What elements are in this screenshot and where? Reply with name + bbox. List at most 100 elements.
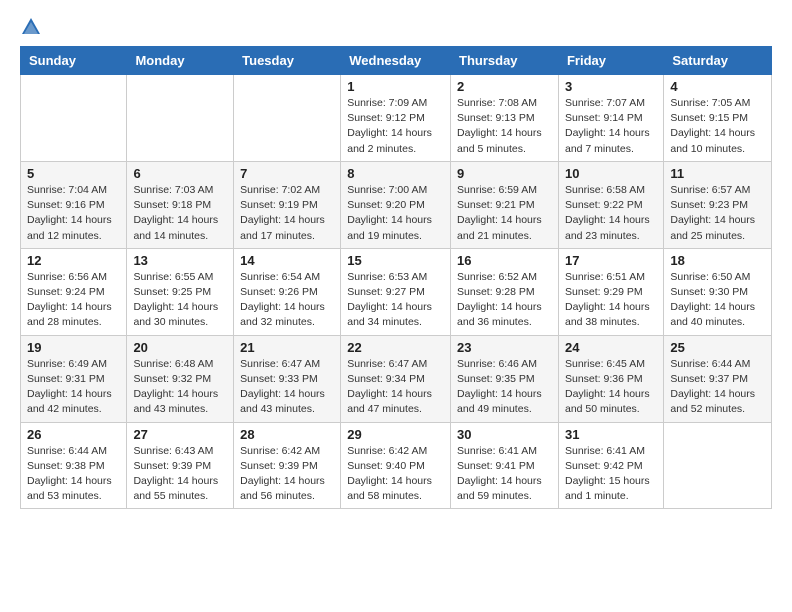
day-number: 22 bbox=[347, 340, 444, 355]
calendar-week-row: 5 Sunrise: 7:04 AMSunset: 9:16 PMDaylight… bbox=[21, 161, 772, 248]
calendar-cell: 23 Sunrise: 6:46 AMSunset: 9:35 PMDayligh… bbox=[451, 335, 559, 422]
day-number: 31 bbox=[565, 427, 657, 442]
day-of-week-header: Friday bbox=[558, 47, 663, 75]
calendar-cell: 5 Sunrise: 7:04 AMSunset: 9:16 PMDaylight… bbox=[21, 161, 127, 248]
day-of-week-header: Tuesday bbox=[234, 47, 341, 75]
day-number: 12 bbox=[27, 253, 120, 268]
day-info: Sunrise: 6:44 AMSunset: 9:38 PMDaylight:… bbox=[27, 444, 120, 505]
calendar-cell: 11Sunrise: 6:57 AMSunset: 9:23 PMDayligh… bbox=[664, 161, 772, 248]
logo bbox=[20, 16, 46, 38]
logo-icon bbox=[20, 16, 42, 38]
day-number: 15 bbox=[347, 253, 444, 268]
calendar-cell: 13Sunrise: 6:55 AMSunset: 9:25 PMDayligh… bbox=[127, 248, 234, 335]
day-info: Sunrise: 7:07 AMSunset: 9:14 PMDaylight:… bbox=[565, 96, 657, 157]
calendar-cell: 6Sunrise: 7:03 AMSunset: 9:18 PMDaylight… bbox=[127, 161, 234, 248]
day-info: Sunrise: 6:57 AMSunset: 9:23 PMDaylight:… bbox=[670, 183, 765, 244]
day-info: Sunrise: 6:53 AMSunset: 9:27 PMDaylight:… bbox=[347, 270, 444, 331]
day-info: Sunrise: 6:42 AMSunset: 9:40 PMDaylight:… bbox=[347, 444, 444, 505]
calendar-cell: 9 Sunrise: 6:59 AMSunset: 9:21 PMDaylight… bbox=[451, 161, 559, 248]
day-info: Sunrise: 7:02 AMSunset: 9:19 PMDaylight:… bbox=[240, 183, 334, 244]
day-info: Sunrise: 6:43 AMSunset: 9:39 PMDaylight:… bbox=[133, 444, 227, 505]
day-of-week-header: Monday bbox=[127, 47, 234, 75]
calendar-cell: 14 Sunrise: 6:54 AMSunset: 9:26 PMDayligh… bbox=[234, 248, 341, 335]
day-number: 21 bbox=[240, 340, 334, 355]
page-header bbox=[20, 16, 772, 38]
day-info: Sunrise: 6:59 AMSunset: 9:21 PMDaylight:… bbox=[457, 183, 552, 244]
calendar-cell bbox=[664, 422, 772, 509]
calendar-header-row: SundayMondayTuesdayWednesdayThursdayFrid… bbox=[21, 47, 772, 75]
day-info: Sunrise: 6:41 AMSunset: 9:42 PMDaylight:… bbox=[565, 444, 657, 505]
day-info: Sunrise: 6:46 AMSunset: 9:35 PMDaylight:… bbox=[457, 357, 552, 418]
day-info: Sunrise: 6:47 AMSunset: 9:33 PMDaylight:… bbox=[240, 357, 334, 418]
calendar-table: SundayMondayTuesdayWednesdayThursdayFrid… bbox=[20, 46, 772, 509]
calendar-cell: 17Sunrise: 6:51 AMSunset: 9:29 PMDayligh… bbox=[558, 248, 663, 335]
calendar-week-row: 1 Sunrise: 7:09 AMSunset: 9:12 PMDaylight… bbox=[21, 75, 772, 162]
day-number: 30 bbox=[457, 427, 552, 442]
calendar-cell: 4Sunrise: 7:05 AMSunset: 9:15 PMDaylight… bbox=[664, 75, 772, 162]
calendar-cell: 26 Sunrise: 6:44 AMSunset: 9:38 PMDayligh… bbox=[21, 422, 127, 509]
calendar-cell: 2 Sunrise: 7:08 AMSunset: 9:13 PMDaylight… bbox=[451, 75, 559, 162]
day-info: Sunrise: 7:05 AMSunset: 9:15 PMDaylight:… bbox=[670, 96, 765, 157]
calendar-cell bbox=[234, 75, 341, 162]
day-info: Sunrise: 6:52 AMSunset: 9:28 PMDaylight:… bbox=[457, 270, 552, 331]
day-number: 18 bbox=[670, 253, 765, 268]
calendar-cell: 10 Sunrise: 6:58 AMSunset: 9:22 PMDayligh… bbox=[558, 161, 663, 248]
calendar-cell: 29 Sunrise: 6:42 AMSunset: 9:40 PMDayligh… bbox=[341, 422, 451, 509]
calendar-cell: 16 Sunrise: 6:52 AMSunset: 9:28 PMDayligh… bbox=[451, 248, 559, 335]
day-of-week-header: Saturday bbox=[664, 47, 772, 75]
day-of-week-header: Sunday bbox=[21, 47, 127, 75]
day-number: 17 bbox=[565, 253, 657, 268]
calendar-cell: 21 Sunrise: 6:47 AMSunset: 9:33 PMDayligh… bbox=[234, 335, 341, 422]
day-number: 10 bbox=[565, 166, 657, 181]
calendar-week-row: 19 Sunrise: 6:49 AMSunset: 9:31 PMDayligh… bbox=[21, 335, 772, 422]
day-info: Sunrise: 6:55 AMSunset: 9:25 PMDaylight:… bbox=[133, 270, 227, 331]
calendar-week-row: 26 Sunrise: 6:44 AMSunset: 9:38 PMDayligh… bbox=[21, 422, 772, 509]
day-info: Sunrise: 7:03 AMSunset: 9:18 PMDaylight:… bbox=[133, 183, 227, 244]
calendar-cell: 25Sunrise: 6:44 AMSunset: 9:37 PMDayligh… bbox=[664, 335, 772, 422]
day-number: 26 bbox=[27, 427, 120, 442]
calendar-cell: 1 Sunrise: 7:09 AMSunset: 9:12 PMDaylight… bbox=[341, 75, 451, 162]
calendar-cell: 27 Sunrise: 6:43 AMSunset: 9:39 PMDayligh… bbox=[127, 422, 234, 509]
day-info: Sunrise: 6:50 AMSunset: 9:30 PMDaylight:… bbox=[670, 270, 765, 331]
day-info: Sunrise: 6:54 AMSunset: 9:26 PMDaylight:… bbox=[240, 270, 334, 331]
day-info: Sunrise: 7:09 AMSunset: 9:12 PMDaylight:… bbox=[347, 96, 444, 157]
day-number: 27 bbox=[133, 427, 227, 442]
day-number: 19 bbox=[27, 340, 120, 355]
day-number: 24 bbox=[565, 340, 657, 355]
day-number: 29 bbox=[347, 427, 444, 442]
day-of-week-header: Thursday bbox=[451, 47, 559, 75]
day-info: Sunrise: 7:04 AMSunset: 9:16 PMDaylight:… bbox=[27, 183, 120, 244]
day-info: Sunrise: 6:44 AMSunset: 9:37 PMDaylight:… bbox=[670, 357, 765, 418]
day-info: Sunrise: 6:48 AMSunset: 9:32 PMDaylight:… bbox=[133, 357, 227, 418]
calendar-cell: 12 Sunrise: 6:56 AMSunset: 9:24 PMDayligh… bbox=[21, 248, 127, 335]
day-number: 3 bbox=[565, 79, 657, 94]
day-number: 23 bbox=[457, 340, 552, 355]
calendar-cell: 30Sunrise: 6:41 AMSunset: 9:41 PMDayligh… bbox=[451, 422, 559, 509]
day-number: 16 bbox=[457, 253, 552, 268]
calendar-cell bbox=[21, 75, 127, 162]
day-info: Sunrise: 7:08 AMSunset: 9:13 PMDaylight:… bbox=[457, 96, 552, 157]
day-number: 28 bbox=[240, 427, 334, 442]
calendar-cell: 8Sunrise: 7:00 AMSunset: 9:20 PMDaylight… bbox=[341, 161, 451, 248]
calendar-cell: 20 Sunrise: 6:48 AMSunset: 9:32 PMDayligh… bbox=[127, 335, 234, 422]
calendar-cell: 28Sunrise: 6:42 AMSunset: 9:39 PMDayligh… bbox=[234, 422, 341, 509]
calendar-cell: 19 Sunrise: 6:49 AMSunset: 9:31 PMDayligh… bbox=[21, 335, 127, 422]
calendar-cell: 15 Sunrise: 6:53 AMSunset: 9:27 PMDayligh… bbox=[341, 248, 451, 335]
day-number: 14 bbox=[240, 253, 334, 268]
day-number: 9 bbox=[457, 166, 552, 181]
day-number: 1 bbox=[347, 79, 444, 94]
calendar-cell: 18 Sunrise: 6:50 AMSunset: 9:30 PMDayligh… bbox=[664, 248, 772, 335]
day-info: Sunrise: 6:49 AMSunset: 9:31 PMDaylight:… bbox=[27, 357, 120, 418]
day-info: Sunrise: 6:56 AMSunset: 9:24 PMDaylight:… bbox=[27, 270, 120, 331]
day-info: Sunrise: 6:45 AMSunset: 9:36 PMDaylight:… bbox=[565, 357, 657, 418]
day-info: Sunrise: 6:47 AMSunset: 9:34 PMDaylight:… bbox=[347, 357, 444, 418]
calendar-cell: 22 Sunrise: 6:47 AMSunset: 9:34 PMDayligh… bbox=[341, 335, 451, 422]
day-number: 8 bbox=[347, 166, 444, 181]
day-info: Sunrise: 6:58 AMSunset: 9:22 PMDaylight:… bbox=[565, 183, 657, 244]
day-number: 2 bbox=[457, 79, 552, 94]
day-number: 5 bbox=[27, 166, 120, 181]
calendar-cell: 31 Sunrise: 6:41 AMSunset: 9:42 PMDayligh… bbox=[558, 422, 663, 509]
calendar-cell bbox=[127, 75, 234, 162]
calendar-week-row: 12 Sunrise: 6:56 AMSunset: 9:24 PMDayligh… bbox=[21, 248, 772, 335]
day-number: 20 bbox=[133, 340, 227, 355]
